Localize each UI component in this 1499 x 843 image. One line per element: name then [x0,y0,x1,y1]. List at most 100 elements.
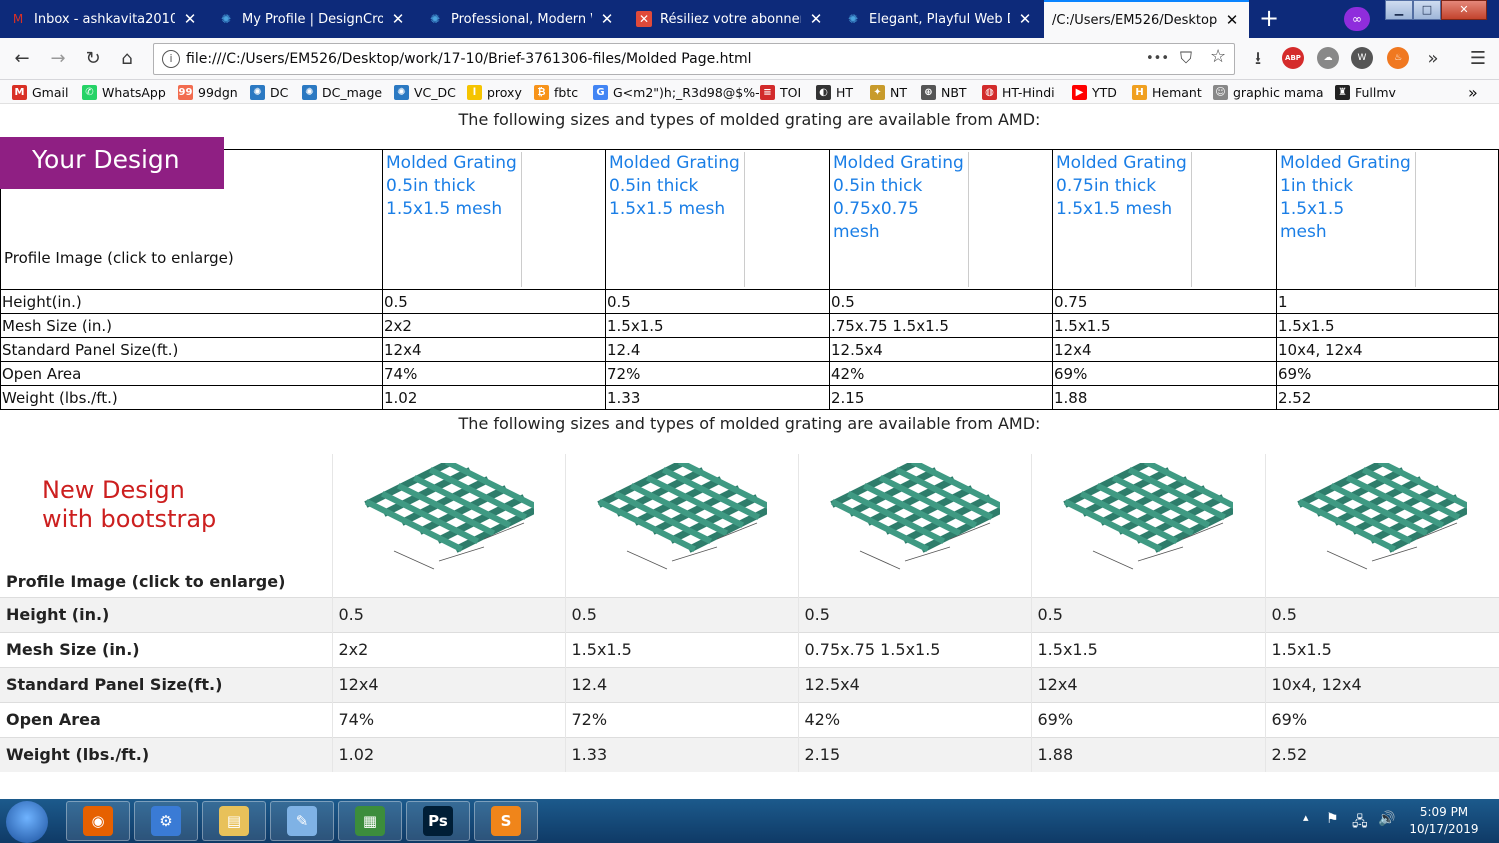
grating-icon[interactable] [829,462,1000,571]
nt-icon: ✦ [870,84,885,100]
windows-taskbar: ◉ ⚙ ▤ ✎ ▦ Ps S ▴ ⚑ 🖧 🔊 5:09 PM 10/17/2019 [0,799,1499,843]
table-cell: 0.75 [1052,289,1277,314]
close-tab-icon[interactable]: ✕ [807,10,825,28]
table-cell: 1.33 [564,736,798,772]
forward-button[interactable]: → [45,46,71,72]
close-tab-icon[interactable]: ✕ [1016,10,1034,28]
product-link-line: 0.5in thick [386,176,476,196]
home-button[interactable]: ⌂ [114,46,140,72]
reload-button[interactable]: ↻ [80,46,106,72]
table-cell: 1.88 [1030,736,1265,772]
info-icon[interactable]: i [162,50,180,68]
bookmark-graphic-mama[interactable]: ☺ graphic mama [1213,83,1324,101]
row-label: Height(in.) [0,289,383,314]
product-link[interactable]: Molded Grating 1in thick 1.5x1.5 mesh [1280,152,1416,287]
minimize-button[interactable]: ▁ [1385,0,1413,20]
table-cell: 1.88 [1052,385,1277,410]
row-label: Standard Panel Size(ft.) [0,666,332,702]
close-tab-icon[interactable]: ✕ [181,10,199,28]
product-link[interactable]: Molded Grating 0.5in thick 0.75x0.75 mesh [833,152,969,287]
taskbar-firefox[interactable]: ◉ [66,801,130,841]
bookmark-g-m2-h-r3d98[interactable]: G G<m2")h;_R3d98@$%- [593,83,760,101]
new-tab-button[interactable]: + [1256,6,1282,32]
taskbar-file-explorer[interactable]: ▤ [202,801,266,841]
close-tab-icon[interactable]: ✕ [389,10,407,28]
taskbar-control-panel[interactable]: ⚙ [134,801,198,841]
maximize-button[interactable]: □ [1413,0,1441,20]
bookmark-dc[interactable]: ✺ DC [250,83,288,101]
bookmark-fullmv[interactable]: ♜ Fullmv [1335,83,1396,101]
extension-cloud-icon[interactable]: ☁ [1317,47,1339,69]
bookmark-whatsapp[interactable]: ✆ WhatsApp [82,83,166,101]
bookmark-label: fbtc [554,84,579,100]
bookmark-99dgn[interactable]: 99 99dgn [178,83,238,101]
private-mask-icon[interactable]: ∞ [1344,7,1370,31]
product-link[interactable]: Molded Grating 0.5in thick 1.5x1.5 mesh [609,152,745,287]
close-window-button[interactable]: ✕ [1441,0,1487,20]
bookmark-toi[interactable]: ≡ TOI [760,83,801,101]
taskbar-task-manager[interactable]: ▦ [338,801,402,841]
bookmark-ytd[interactable]: ▶ YTD [1072,83,1117,101]
bookmark-proxy[interactable]: l proxy [467,83,522,101]
back-button[interactable]: ← [9,46,35,72]
grating-icon[interactable] [1297,462,1468,571]
action-center-flag-icon[interactable]: ⚑ [1326,811,1339,827]
bookmark-vc-dc[interactable]: ✺ VC_DC [394,83,456,101]
start-button[interactable] [6,801,48,843]
table-cell: 2x2 [382,313,606,338]
bookmark-ht[interactable]: ◐ HT [816,83,853,101]
table-cell: 74% [382,361,606,386]
product-link[interactable]: Molded Grating 0.75in thick 1.5x1.5 mesh [1056,152,1192,287]
system-clock[interactable]: 5:09 PM 10/17/2019 [1404,804,1484,838]
adblock-plus-icon[interactable]: ABP [1282,47,1304,69]
address-bar[interactable]: i file:///C:/Users/EM526/Desktop/work/17… [153,43,1235,75]
product-link-line: mesh [1280,222,1327,242]
product-link-line: 1.5x1.5 mesh [1056,199,1173,219]
extension-w-icon[interactable]: W [1351,47,1373,69]
bookmark-nt[interactable]: ✦ NT [870,83,907,101]
table-row: Standard Panel Size(ft.) 12x4 12.4 12.5x4 12… [0,337,1499,362]
hamburger-menu-icon[interactable]: ☰ [1465,46,1491,72]
tab-3[interactable]: ✕ Résiliez votre abonneme ✕ [628,2,833,36]
bookmark-dc-mage[interactable]: ✺ DC_mage [302,83,382,101]
extension-fire-icon[interactable]: ♨ [1387,47,1409,69]
volume-icon[interactable]: 🔊 [1378,811,1395,827]
close-tab-icon[interactable]: ✕ [1223,11,1241,29]
product-cell: Molded Grating 0.5in thick 1.5x1.5 mesh [382,149,606,290]
tray-expand-icon[interactable]: ▴ [1303,811,1309,824]
taskbar-photoshop[interactable]: Ps [406,801,470,841]
pocket-icon[interactable]: ⛉ [1180,48,1192,68]
url-text[interactable]: file:///C:/Users/EM526/Desktop/work/17-1… [186,51,752,67]
bookmark-fbtc[interactable]: ₿ fbtc [534,83,578,101]
bookmarks-overflow-button[interactable]: » [1468,83,1478,102]
download-icon[interactable]: ⭳ [1245,46,1271,72]
row-label: Height (in.) [0,596,332,632]
network-icon[interactable]: 🖧 [1352,811,1368,835]
taskbar-sublime-text[interactable]: S [474,801,538,841]
tab-title: Inbox - ashkavita2010@g [34,11,175,27]
grating-icon[interactable] [363,462,534,571]
grating-icon[interactable] [596,462,767,571]
bookmark-star-icon[interactable]: ☆ [1210,46,1226,67]
close-tab-icon[interactable]: ✕ [598,10,616,28]
taskbar-notepad[interactable]: ✎ [270,801,334,841]
tab-5[interactable]: /C:/Users/EM526/Desktop/w ✕ [1044,0,1249,38]
tab-4[interactable]: ✺ Elegant, Playful Web Des ✕ [837,2,1042,36]
table-cell: 1.5x1.5 [564,631,798,667]
table-cell: 0.5 [605,289,830,314]
tab-2[interactable]: ✺ Professional, Modern We ✕ [419,2,624,36]
bookmark-label: DC [270,84,289,100]
overflow-menu-button[interactable]: » [1420,46,1446,72]
bookmark-nbt[interactable]: ⊕ NBT [921,83,967,101]
bookmark-ht-hindi[interactable]: ◍ HT-Hindi [982,83,1055,101]
product-link[interactable]: Molded Grating 0.5in thick 1.5x1.5 mesh [386,152,522,287]
tab-1[interactable]: ✺ My Profile | DesignCrow ✕ [210,2,415,36]
table-cell: 0.5 [331,596,565,632]
tab-0[interactable]: M Inbox - ashkavita2010@g ✕ [2,2,207,36]
bookmark-hemant[interactable]: H Hemant [1132,83,1202,101]
table-row: Open Area 74% 72% 42% 69% 69% [0,361,1499,386]
grating-icon[interactable] [1063,462,1233,571]
table-row: Mesh Size (in.) 2x2 1.5x1.5.75x.75 1.5x1.5… [0,313,1499,338]
bookmark-gmail[interactable]: M Gmail [12,83,68,101]
page-actions-button[interactable]: ••• [1146,51,1169,66]
